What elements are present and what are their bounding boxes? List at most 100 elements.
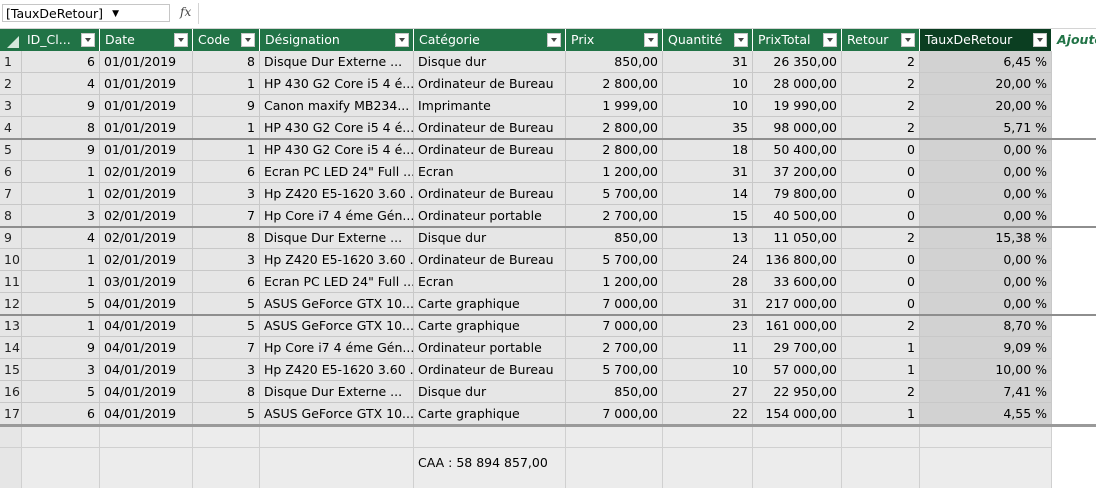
- row-header[interactable]: 7: [0, 183, 22, 205]
- column-header-categorie[interactable]: Catégorie: [414, 29, 566, 51]
- cell-date[interactable]: 03/01/2019: [100, 271, 193, 293]
- column-header-retour[interactable]: Retour: [842, 29, 920, 51]
- row-header[interactable]: 9: [0, 227, 22, 249]
- cell-id[interactable]: 9: [22, 95, 100, 117]
- cell-retour[interactable]: 2: [842, 315, 920, 337]
- cell-prixtotal[interactable]: 161 000,00: [753, 315, 842, 337]
- cell-designation[interactable]: Hp Core i7 4 éme Gén...: [260, 337, 414, 359]
- cell-quantite[interactable]: 31: [663, 293, 753, 315]
- cell-quantite[interactable]: 10: [663, 359, 753, 381]
- cell-designation[interactable]: ASUS GeForce GTX 10...: [260, 315, 414, 337]
- measure-caa[interactable]: CAA : 58 894 857,00: [418, 455, 548, 470]
- cell-date[interactable]: 02/01/2019: [100, 161, 193, 183]
- cell-code[interactable]: 8: [193, 51, 260, 73]
- cell-code[interactable]: 8: [193, 227, 260, 249]
- cell-id[interactable]: 5: [22, 293, 100, 315]
- cell-designation[interactable]: Hp Z420 E5-1620 3.60 ...: [260, 249, 414, 271]
- cell-categorie[interactable]: Ordinateur de Bureau: [414, 183, 566, 205]
- column-header-id[interactable]: ID_Cl...: [22, 29, 100, 51]
- cell-id[interactable]: 4: [22, 227, 100, 249]
- cell-retour[interactable]: 2: [842, 227, 920, 249]
- cell-prixtotal[interactable]: 19 990,00: [753, 95, 842, 117]
- cell-prixtotal[interactable]: 79 800,00: [753, 183, 842, 205]
- cell-prixtotal[interactable]: 136 800,00: [753, 249, 842, 271]
- cell-code[interactable]: 3: [193, 183, 260, 205]
- cell-prix[interactable]: 850,00: [566, 227, 663, 249]
- cell-prixtotal[interactable]: 50 400,00: [753, 139, 842, 161]
- cell-categorie[interactable]: Ordinateur de Bureau: [414, 359, 566, 381]
- cell-prixtotal[interactable]: 28 000,00: [753, 73, 842, 95]
- row-header[interactable]: 11: [0, 271, 22, 293]
- cell-prixtotal[interactable]: 29 700,00: [753, 337, 842, 359]
- cell-prix[interactable]: 5 700,00: [566, 183, 663, 205]
- cell-quantite[interactable]: 22: [663, 403, 753, 425]
- filter-dropdown-icon[interactable]: [823, 33, 837, 47]
- cell-id[interactable]: 1: [22, 183, 100, 205]
- cell-date[interactable]: 04/01/2019: [100, 403, 193, 425]
- cell-code[interactable]: 5: [193, 403, 260, 425]
- cell-categorie[interactable]: Ecran: [414, 161, 566, 183]
- cell-taux[interactable]: 0,00 %: [920, 205, 1052, 227]
- cell-taux[interactable]: 4,55 %: [920, 403, 1052, 425]
- cell-prix[interactable]: 2 800,00: [566, 117, 663, 139]
- cell-designation[interactable]: Disque Dur Externe ...: [260, 381, 414, 403]
- row-header[interactable]: 14: [0, 337, 22, 359]
- row-header[interactable]: 16: [0, 381, 22, 403]
- filter-dropdown-icon[interactable]: [734, 33, 748, 47]
- cell-code[interactable]: 3: [193, 249, 260, 271]
- cell-taux[interactable]: 10,00 %: [920, 359, 1052, 381]
- cell-taux[interactable]: 20,00 %: [920, 73, 1052, 95]
- cell-retour[interactable]: 1: [842, 359, 920, 381]
- cell-taux[interactable]: 0,00 %: [920, 139, 1052, 161]
- row-header[interactable]: 10: [0, 249, 22, 271]
- cell-id[interactable]: 9: [22, 337, 100, 359]
- cell-prixtotal[interactable]: 57 000,00: [753, 359, 842, 381]
- cell-prix[interactable]: 2 700,00: [566, 205, 663, 227]
- cell-retour[interactable]: 0: [842, 183, 920, 205]
- cell-retour[interactable]: 0: [842, 293, 920, 315]
- calc-area-column[interactable]: [22, 427, 100, 488]
- cell-date[interactable]: 01/01/2019: [100, 73, 193, 95]
- formula-input[interactable]: [199, 3, 1094, 24]
- cell-retour[interactable]: 1: [842, 337, 920, 359]
- cell-categorie[interactable]: Ordinateur de Bureau: [414, 249, 566, 271]
- cell-prix[interactable]: 1 200,00: [566, 161, 663, 183]
- cell-quantite[interactable]: 13: [663, 227, 753, 249]
- cell-id[interactable]: 1: [22, 249, 100, 271]
- cell-taux[interactable]: 15,38 %: [920, 227, 1052, 249]
- filter-dropdown-icon[interactable]: [241, 33, 255, 47]
- cell-prix[interactable]: 1 200,00: [566, 271, 663, 293]
- cell-designation[interactable]: Hp Z420 E5-1620 3.60 ...: [260, 183, 414, 205]
- cell-id[interactable]: 1: [22, 161, 100, 183]
- cell-categorie[interactable]: Ecran: [414, 271, 566, 293]
- cell-prix[interactable]: 2 800,00: [566, 73, 663, 95]
- row-header[interactable]: 12: [0, 293, 22, 315]
- cell-prix[interactable]: 7 000,00: [566, 315, 663, 337]
- cell-taux[interactable]: 7,41 %: [920, 381, 1052, 403]
- cell-designation[interactable]: HP 430 G2 Core i5 4 é...: [260, 73, 414, 95]
- cell-id[interactable]: 1: [22, 315, 100, 337]
- cell-id[interactable]: 6: [22, 403, 100, 425]
- row-header[interactable]: 17: [0, 403, 22, 425]
- cell-date[interactable]: 01/01/2019: [100, 51, 193, 73]
- row-header[interactable]: 5: [0, 139, 22, 161]
- cell-code[interactable]: 1: [193, 139, 260, 161]
- cell-categorie[interactable]: Ordinateur de Bureau: [414, 73, 566, 95]
- filter-dropdown-icon[interactable]: [644, 33, 658, 47]
- cell-retour[interactable]: 2: [842, 95, 920, 117]
- cell-date[interactable]: 04/01/2019: [100, 293, 193, 315]
- cell-code[interactable]: 1: [193, 73, 260, 95]
- cell-categorie[interactable]: Carte graphique: [414, 403, 566, 425]
- row-header[interactable]: 1: [0, 51, 22, 73]
- cell-prix[interactable]: 2 700,00: [566, 337, 663, 359]
- cell-date[interactable]: 02/01/2019: [100, 227, 193, 249]
- column-header-designation[interactable]: Désignation: [260, 29, 414, 51]
- cell-date[interactable]: 02/01/2019: [100, 249, 193, 271]
- calc-area-column[interactable]: [260, 427, 414, 488]
- cell-designation[interactable]: Hp Z420 E5-1620 3.60 ...: [260, 359, 414, 381]
- filter-dropdown-icon[interactable]: [174, 33, 188, 47]
- cell-retour[interactable]: 2: [842, 117, 920, 139]
- cell-id[interactable]: 3: [22, 205, 100, 227]
- calc-area-column[interactable]: [100, 427, 193, 488]
- cell-id[interactable]: 4: [22, 73, 100, 95]
